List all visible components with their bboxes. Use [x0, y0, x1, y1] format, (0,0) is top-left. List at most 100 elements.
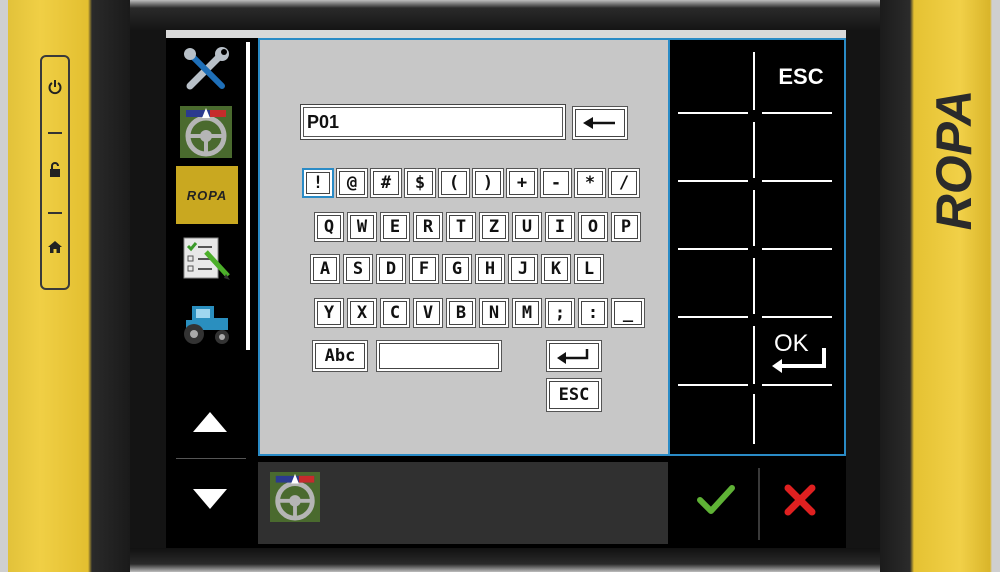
key-6[interactable]: J: [508, 254, 538, 284]
triangle-down-icon[interactable]: [190, 483, 230, 513]
key-6[interactable]: +: [506, 168, 538, 198]
key-label: A: [319, 259, 331, 279]
key-label: R: [422, 217, 434, 237]
softkey-esc-label: ESC: [778, 64, 824, 89]
key-label: #: [380, 173, 392, 193]
key-label: B: [455, 303, 467, 323]
softkey-divider: [753, 394, 755, 444]
key-5[interactable]: ): [472, 168, 504, 198]
key-label: K: [550, 259, 562, 279]
softkey-divider: [753, 326, 755, 384]
key-7[interactable]: -: [540, 168, 572, 198]
home-icon[interactable]: [42, 240, 68, 258]
sidebar: ROPA: [166, 38, 250, 548]
separator: [48, 212, 62, 214]
key-3[interactable]: R: [413, 212, 443, 242]
key-4[interactable]: B: [446, 298, 476, 328]
softkey-divider: [678, 112, 748, 114]
checkmark-icon[interactable]: [694, 480, 738, 520]
key-2[interactable]: E: [380, 212, 410, 242]
key-9[interactable]: _: [611, 298, 645, 328]
key-8[interactable]: O: [578, 212, 608, 242]
key-2[interactable]: D: [376, 254, 406, 284]
key-label: @: [346, 173, 358, 193]
ropa-logo-text: ROPA: [186, 187, 228, 203]
key-8[interactable]: *: [574, 168, 606, 198]
key-1[interactable]: S: [343, 254, 373, 284]
sidebar-divider: [176, 458, 246, 459]
key-label: (: [448, 173, 460, 193]
key-9[interactable]: /: [608, 168, 640, 198]
key-label: D: [385, 259, 397, 279]
key-1[interactable]: X: [347, 298, 377, 328]
key-5[interactable]: H: [475, 254, 505, 284]
key-label: $: [414, 173, 426, 193]
tractor-icon[interactable]: [178, 300, 234, 346]
checklist-icon[interactable]: [180, 234, 232, 282]
key-0[interactable]: !: [302, 168, 334, 198]
key-3[interactable]: V: [413, 298, 443, 328]
key-5[interactable]: Z: [479, 212, 509, 242]
text-input[interactable]: P01: [300, 104, 566, 140]
esc-key-label: ESC: [558, 385, 590, 405]
device-frame-bottom: [130, 548, 880, 572]
key-4[interactable]: G: [442, 254, 472, 284]
key-label: _: [622, 303, 634, 323]
enter-key[interactable]: [546, 340, 602, 372]
key-2[interactable]: #: [370, 168, 402, 198]
key-label: M: [521, 303, 533, 323]
esc-key[interactable]: ESC: [546, 378, 602, 412]
key-6[interactable]: M: [512, 298, 542, 328]
key-label: G: [451, 259, 463, 279]
key-4[interactable]: T: [446, 212, 476, 242]
softkey-ok[interactable]: OK: [768, 328, 836, 378]
key-3[interactable]: $: [404, 168, 436, 198]
key-label: C: [389, 303, 401, 323]
key-0[interactable]: A: [310, 254, 340, 284]
key-3[interactable]: F: [409, 254, 439, 284]
key-4[interactable]: (: [438, 168, 470, 198]
key-5[interactable]: N: [479, 298, 509, 328]
key-6[interactable]: U: [512, 212, 542, 242]
key-label: P: [620, 217, 632, 237]
key-8[interactable]: L: [574, 254, 604, 284]
power-icon[interactable]: [42, 79, 68, 99]
key-1[interactable]: W: [347, 212, 377, 242]
key-label: *: [584, 173, 596, 193]
scrollbar[interactable]: [246, 42, 250, 350]
abc-toggle-button[interactable]: Abc: [312, 340, 368, 372]
key-0[interactable]: Y: [314, 298, 344, 328]
key-label: ;: [554, 303, 566, 323]
abc-label: Abc: [324, 346, 356, 366]
steering-wheel-icon: [270, 472, 320, 522]
softkey-divider: [753, 52, 755, 110]
key-0[interactable]: Q: [314, 212, 344, 242]
key-2[interactable]: C: [380, 298, 410, 328]
key-7[interactable]: K: [541, 254, 571, 284]
key-9[interactable]: P: [611, 212, 641, 242]
status-bar: [258, 462, 668, 544]
tools-icon[interactable]: [178, 46, 234, 94]
key-1[interactable]: @: [336, 168, 368, 198]
statusbar-divider: [758, 468, 760, 540]
softkey-panel: ESC OK: [670, 38, 846, 456]
backspace-button[interactable]: [572, 106, 628, 140]
softkey-divider: [753, 122, 755, 178]
softkey-divider: [762, 180, 832, 182]
softkey-divider: [678, 180, 748, 182]
ropa-logo-tile[interactable]: ROPA: [176, 166, 238, 224]
key-label: -: [550, 173, 562, 193]
key-label: !: [312, 173, 324, 193]
key-8[interactable]: :: [578, 298, 608, 328]
enter-icon: [772, 348, 826, 373]
key-7[interactable]: ;: [545, 298, 575, 328]
triangle-up-icon[interactable]: [190, 408, 230, 438]
cross-icon[interactable]: [780, 480, 820, 520]
key-7[interactable]: I: [545, 212, 575, 242]
softkey-esc[interactable]: ESC: [766, 64, 836, 90]
steering-wheel-icon[interactable]: [180, 106, 232, 158]
unlock-icon[interactable]: [42, 162, 68, 182]
softkey-divider: [678, 248, 748, 250]
space-key[interactable]: [376, 340, 502, 372]
keyboard-dialog: P01 ! @ # $ () + - * / Q W E R T Z U I O P A S D F G H J K L Y X C V…: [258, 38, 670, 456]
